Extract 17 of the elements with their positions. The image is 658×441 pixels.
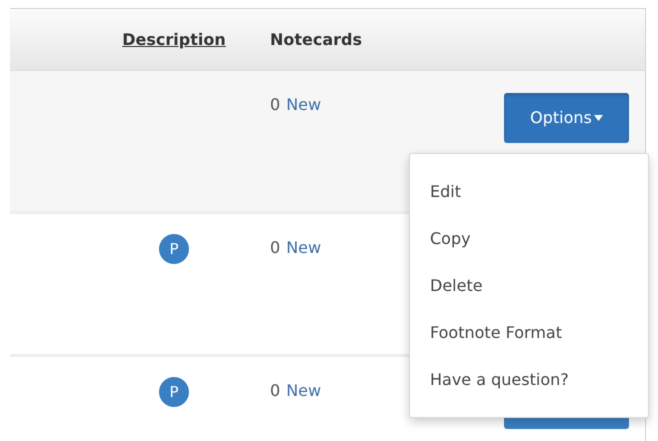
menu-item[interactable]: Footnote Format — [410, 309, 648, 356]
badge: P — [159, 234, 189, 264]
notecards-count: 0 — [270, 94, 280, 116]
column-header: Notecards — [269, 28, 362, 50]
new-link[interactable]: New — [286, 93, 322, 117]
menu-item[interactable]: Edit — [410, 168, 648, 215]
new-link[interactable]: New — [286, 236, 322, 260]
caret-icon — [594, 115, 603, 121]
new-link[interactable]: New — [286, 379, 322, 403]
menu-item[interactable]: Delete — [410, 262, 648, 309]
notecards-count: 0 — [270, 237, 280, 259]
column-header[interactable]: Description — [122, 28, 226, 52]
menu-item[interactable]: Have a question? — [410, 356, 648, 403]
notecards-count: 0 — [270, 380, 280, 402]
options-button[interactable]: Options — [504, 93, 629, 143]
badge: P — [159, 377, 189, 407]
menu-item[interactable]: Copy — [410, 215, 648, 262]
